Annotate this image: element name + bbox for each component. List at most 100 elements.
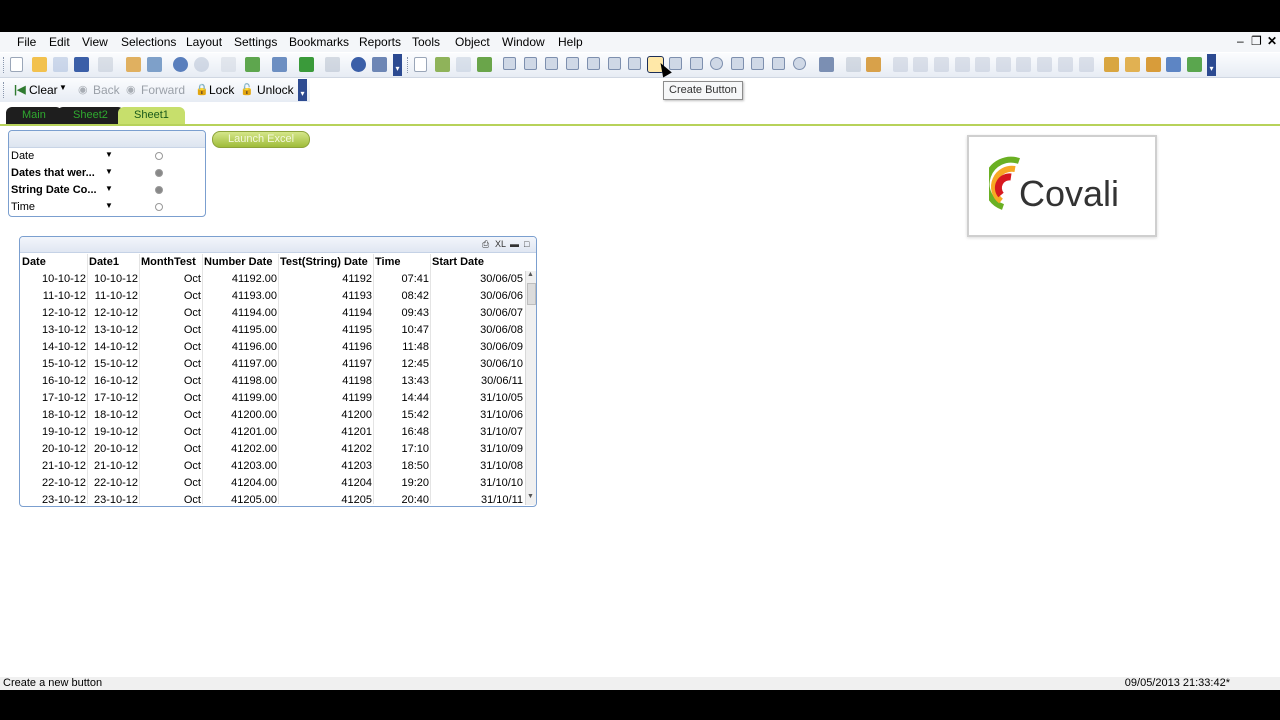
- tab-sheet2[interactable]: Sheet2: [57, 107, 124, 124]
- table-cell[interactable]: 17-10-12: [94, 392, 138, 404]
- close-icon[interactable]: ✕: [1267, 34, 1277, 48]
- table-cell[interactable]: Oct: [184, 494, 201, 506]
- table-cell[interactable]: 11:48: [402, 341, 429, 353]
- multibox-row-string-date[interactable]: String Date Co... ▼: [9, 182, 205, 199]
- column-header-time[interactable]: Time: [375, 256, 400, 268]
- align-bottom-icon[interactable]: [996, 57, 1011, 72]
- table-cell[interactable]: 31/10/11: [481, 494, 523, 506]
- chevron-down-icon[interactable]: ▼: [105, 184, 113, 193]
- space-vertical-icon[interactable]: [1037, 57, 1052, 72]
- table-cell[interactable]: Oct: [184, 341, 201, 353]
- redo-icon[interactable]: [194, 57, 209, 72]
- table-row[interactable]: 10-10-12 10-10-12 Oct 41192.00 41192 07:41 30/…: [20, 271, 525, 288]
- field-multibox[interactable]: Date ▼ Dates that wer... ▼ String Date C…: [8, 130, 206, 217]
- table-row[interactable]: 11-10-12 11-10-12 Oct 41193.00 41193 08:42 30/…: [20, 288, 525, 305]
- table-cell[interactable]: 19-10-12: [42, 426, 86, 438]
- table-cell[interactable]: 31/10/08: [480, 460, 523, 472]
- table-row[interactable]: 18-10-12 18-10-12 Oct 41200.00 41200 15:42 31/…: [20, 407, 525, 424]
- edit-icon[interactable]: [325, 57, 340, 72]
- space-horizontal-icon[interactable]: [1016, 57, 1031, 72]
- edit-expression-icon[interactable]: [1146, 57, 1161, 72]
- table-cell[interactable]: Oct: [184, 443, 201, 455]
- table-cell[interactable]: 13-10-12: [94, 324, 138, 336]
- table-row[interactable]: 19-10-12 19-10-12 Oct 41201.00 41201 16:48 31/…: [20, 424, 525, 441]
- table-cell[interactable]: 18-10-12: [42, 409, 86, 421]
- table-cell[interactable]: 15:42: [401, 409, 429, 421]
- menu-tools[interactable]: Tools: [412, 35, 440, 49]
- bookmark-star-icon[interactable]: [299, 57, 314, 72]
- menu-window[interactable]: Window: [502, 35, 545, 49]
- table-row[interactable]: 20-10-12 20-10-12 Oct 41202.00 41202 17:10 31/…: [20, 441, 525, 458]
- table-cell[interactable]: 30/06/11: [481, 375, 523, 387]
- multibox-row-dates-that-were[interactable]: Dates that wer... ▼: [9, 165, 205, 182]
- menu-bookmarks[interactable]: Bookmarks: [289, 35, 349, 49]
- table-cell[interactable]: 13:43: [401, 375, 429, 387]
- table-cell[interactable]: 21-10-12: [94, 460, 138, 472]
- undo-icon[interactable]: [173, 57, 188, 72]
- table-cell[interactable]: 31/10/10: [480, 477, 523, 489]
- key-icon[interactable]: [1104, 57, 1119, 72]
- table-row[interactable]: 13-10-12 13-10-12 Oct 41195.00 41195 10:47 30/…: [20, 322, 525, 339]
- table-cell[interactable]: 41202.00: [231, 443, 277, 455]
- new-document-icon[interactable]: [10, 57, 23, 72]
- table-cell[interactable]: 41192: [342, 273, 372, 285]
- search-icon[interactable]: [221, 57, 236, 72]
- menu-object[interactable]: Object: [455, 35, 490, 49]
- table-cell[interactable]: 41201: [341, 426, 372, 438]
- table-cell[interactable]: 41197: [342, 358, 372, 370]
- table-cell[interactable]: 22-10-12: [94, 477, 138, 489]
- data-table-box[interactable]: ⎙ XL ▬ □ Date Date1 MonthTest Number Dat…: [19, 236, 537, 507]
- table-cell[interactable]: 41205.00: [231, 494, 277, 506]
- table-cell[interactable]: 11-10-12: [43, 290, 86, 302]
- custom-object-icon[interactable]: [793, 57, 806, 70]
- table-cell[interactable]: 41195.00: [232, 324, 277, 336]
- table-cell[interactable]: 08:42: [401, 290, 429, 302]
- table-cell[interactable]: 10-10-12: [42, 273, 86, 285]
- table-cell[interactable]: Oct: [184, 307, 201, 319]
- restore-icon[interactable]: ❐: [1251, 34, 1262, 48]
- same-width-icon[interactable]: [1058, 57, 1073, 72]
- print-icon[interactable]: ⎙: [482, 239, 489, 250]
- create-chart-icon[interactable]: [587, 57, 600, 70]
- table-cell[interactable]: Oct: [184, 426, 201, 438]
- table-cell[interactable]: 16-10-12: [42, 375, 86, 387]
- menu-view[interactable]: View: [82, 35, 108, 49]
- forward-button[interactable]: Forward: [141, 83, 185, 97]
- table-scrollbar[interactable]: ▲ ▼: [525, 271, 536, 505]
- table-cell[interactable]: 41194: [342, 307, 372, 319]
- table-cell[interactable]: 12-10-12: [94, 307, 138, 319]
- table-cell[interactable]: 16:48: [401, 426, 429, 438]
- table-cell[interactable]: Oct: [184, 409, 201, 421]
- toolbar-overflow-button[interactable]: ▾: [393, 54, 402, 76]
- scrollbar-thumb[interactable]: [527, 283, 536, 305]
- toolbar-grip[interactable]: [407, 57, 411, 73]
- save-icon[interactable]: [74, 57, 89, 72]
- current-selections-icon[interactable]: [628, 57, 641, 70]
- table-cell[interactable]: 15-10-12: [42, 358, 86, 370]
- align-middle-icon[interactable]: [975, 57, 990, 72]
- radio-icon[interactable]: [155, 152, 163, 160]
- minimize-icon[interactable]: –: [1237, 34, 1244, 48]
- radio-icon[interactable]: [155, 186, 163, 194]
- table-cell[interactable]: 41205: [341, 494, 372, 506]
- column-header-start-date[interactable]: Start Date: [432, 256, 484, 268]
- menu-file[interactable]: File: [17, 35, 36, 49]
- edit-script-icon[interactable]: [126, 57, 141, 72]
- menu-edit[interactable]: Edit: [49, 35, 70, 49]
- reload-icon[interactable]: [147, 57, 162, 72]
- table-row[interactable]: 22-10-12 22-10-12 Oct 41204.00 41204 19:20 31/…: [20, 475, 525, 492]
- table-cell[interactable]: 31/10/07: [480, 426, 523, 438]
- radio-icon[interactable]: [155, 203, 163, 211]
- table-cell[interactable]: 30/06/07: [480, 307, 523, 319]
- table-cell[interactable]: 41197.00: [232, 358, 277, 370]
- table-cell[interactable]: 31/10/05: [480, 392, 523, 404]
- toolbar-grip[interactable]: [3, 57, 7, 73]
- column-header-test-string-date[interactable]: Test(String) Date: [280, 256, 368, 268]
- unlock-button[interactable]: Unlock: [257, 83, 294, 97]
- table-cell[interactable]: 41196: [342, 341, 372, 353]
- table-cell[interactable]: 16-10-12: [94, 375, 138, 387]
- print-icon[interactable]: [98, 57, 113, 72]
- create-text-object-icon[interactable]: [669, 57, 682, 70]
- bookmark-object-icon[interactable]: [731, 57, 744, 70]
- table-cell[interactable]: 30/06/09: [480, 341, 523, 353]
